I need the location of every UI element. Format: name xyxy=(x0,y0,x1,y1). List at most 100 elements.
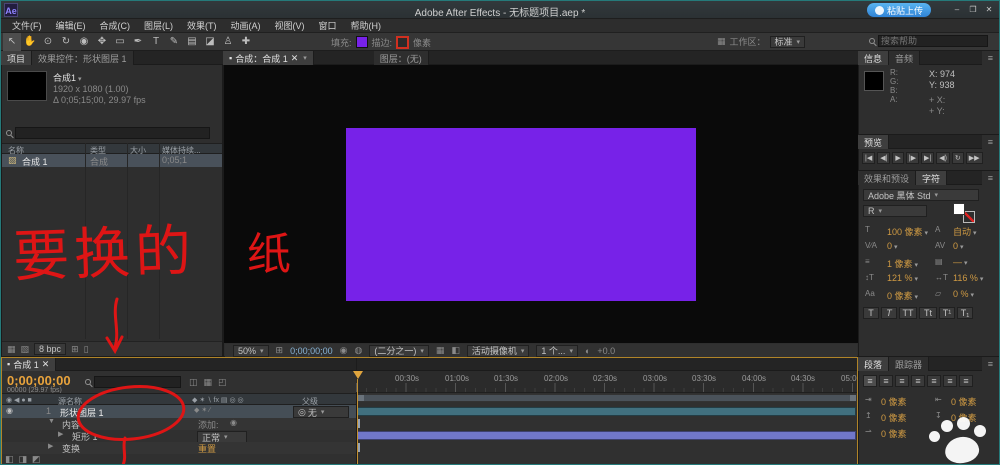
minimize-button[interactable]: – xyxy=(949,3,965,17)
justify-last-right-button[interactable]: ≡ xyxy=(943,375,957,387)
tab-timeline-comp[interactable]: ▪ 合成 1 ✕ xyxy=(1,357,56,371)
tab-layer-viewer[interactable]: 图层：(无) xyxy=(374,51,429,65)
current-time[interactable]: 0;00;00;00 xyxy=(290,346,333,356)
project-search-input[interactable] xyxy=(15,127,210,139)
tab-character[interactable]: 字符 xyxy=(916,171,947,185)
indent-right-value[interactable]: 0 像素 xyxy=(951,395,977,408)
upload-button[interactable]: 粘贴上传 xyxy=(867,3,931,17)
menu-edit[interactable]: 编辑(E) xyxy=(49,19,93,33)
subscript-button[interactable]: T₁ xyxy=(957,307,973,319)
faux-bold-button[interactable]: T xyxy=(863,307,879,319)
vertical-scale-value[interactable]: 121 % xyxy=(887,273,918,283)
tab-paragraph[interactable]: 段落 xyxy=(858,357,889,371)
parent-pickwhip-icon[interactable]: ◎ xyxy=(298,407,306,418)
toggle-switches-modes-icon[interactable]: ◨ xyxy=(19,454,28,465)
timeline-current-time[interactable]: 0;00;00;00 xyxy=(7,373,71,388)
exposure-icon[interactable]: ◐ xyxy=(585,346,590,356)
text-tool-icon[interactable]: T xyxy=(147,33,165,51)
eraser-tool-icon[interactable]: ◪ xyxy=(201,33,219,51)
tab-close-icon[interactable]: ✕ xyxy=(291,53,299,64)
proportional-spacing-value[interactable]: 0 % xyxy=(953,289,974,299)
menu-view[interactable]: 视图(V) xyxy=(268,19,312,33)
workspace-select[interactable]: 标准 xyxy=(770,36,806,48)
align-right-button[interactable]: ≡ xyxy=(895,375,909,387)
tab-close-icon[interactable]: ✕ xyxy=(42,359,50,370)
transparency-grid-icon[interactable]: ◧ xyxy=(451,345,460,356)
timeline-search-input[interactable] xyxy=(94,376,181,388)
tab-tracker[interactable]: 跟踪器 xyxy=(889,357,929,371)
new-composition-icon[interactable]: ⊞ xyxy=(71,344,79,355)
close-button[interactable]: ✕ xyxy=(981,3,997,17)
transform-reset-link[interactable]: 重置 xyxy=(198,442,216,455)
tab-info[interactable]: 信息 xyxy=(858,51,889,65)
menu-help[interactable]: 帮助(H) xyxy=(344,19,389,33)
twirl-closed-icon[interactable]: ▶ xyxy=(58,430,63,438)
parent-select[interactable]: ◎ 无 xyxy=(293,406,349,418)
exposure-value[interactable]: +0.0 xyxy=(597,346,615,356)
faux-italic-button[interactable]: T xyxy=(881,307,897,319)
hand-tool-icon[interactable]: ✋ xyxy=(21,33,39,51)
paragraph-panel-menu-icon[interactable]: ≡ xyxy=(982,357,1000,371)
purple-rectangle-shape[interactable] xyxy=(346,128,696,301)
work-area-bar[interactable] xyxy=(357,394,857,402)
baseline-shift-value[interactable]: 0 像素 xyxy=(887,289,918,302)
pan-behind-tool-icon[interactable]: ✥ xyxy=(93,33,111,51)
add-button-icon[interactable]: ◉ xyxy=(230,418,237,427)
font-style-select[interactable]: R xyxy=(863,205,927,217)
twirl-closed-icon[interactable]: ▶ xyxy=(48,442,53,450)
rectangle-duration-bar[interactable] xyxy=(357,431,856,440)
kerning-value[interactable]: 0 xyxy=(887,241,898,251)
justify-all-button[interactable]: ≡ xyxy=(959,375,973,387)
preview-panel-menu-icon[interactable]: ≡ xyxy=(982,135,1000,149)
horizontal-scale-value[interactable]: 116 % xyxy=(953,273,983,283)
draft-3d-icon[interactable]: ▦ xyxy=(204,377,213,388)
last-frame-button[interactable]: ▶| xyxy=(921,152,934,164)
new-folder-icon[interactable]: ▧ xyxy=(21,344,30,355)
region-of-interest-icon[interactable]: ▦ xyxy=(436,345,445,356)
fill-swatch[interactable] xyxy=(356,36,368,48)
graph-editor-icon[interactable]: ◩ xyxy=(32,454,41,465)
menu-animation[interactable]: 动画(A) xyxy=(224,19,268,33)
brush-tool-icon[interactable]: ✎ xyxy=(165,33,183,51)
next-frame-button[interactable]: |▶ xyxy=(906,152,919,164)
project-row-comp[interactable]: ▨ 合成 1 合成 0;05;1 xyxy=(2,154,222,167)
menu-layer[interactable]: 图层(L) xyxy=(137,19,180,33)
previous-frame-button[interactable]: ◀| xyxy=(877,152,890,164)
superscript-button[interactable]: T¹ xyxy=(939,307,955,319)
menu-window[interactable]: 窗口 xyxy=(312,19,344,33)
eye-icon[interactable]: ◉ xyxy=(6,406,13,415)
puppet-pin-tool-icon[interactable]: ✚ xyxy=(237,33,255,51)
selection-tool-icon[interactable]: ↖ xyxy=(3,33,21,51)
stroke-swatch[interactable] xyxy=(396,36,409,49)
info-panel-menu-icon[interactable]: ≡ xyxy=(982,51,1000,65)
grid-options-icon[interactable]: ⊞ xyxy=(276,345,284,356)
align-center-button[interactable]: ≡ xyxy=(879,375,893,387)
menu-composition[interactable]: 合成(C) xyxy=(93,19,138,33)
zoom-tool-icon[interactable]: ⊙ xyxy=(39,33,57,51)
tab-project[interactable]: 项目 xyxy=(1,51,32,65)
first-frame-button[interactable]: |◀ xyxy=(862,152,875,164)
tab-audio[interactable]: 音频 xyxy=(889,51,920,65)
stroke-width-value[interactable]: 1 像素 xyxy=(887,257,918,270)
time-ruler[interactable]: 00:30s 01:00s 01:30s 02:00s 02:30s 03:00… xyxy=(356,371,858,393)
color-depth-button[interactable]: 8 bpc xyxy=(34,343,66,355)
text-fill-color-swatch[interactable] xyxy=(953,203,965,215)
indent-left-value[interactable]: 0 像素 xyxy=(881,395,907,408)
comp-mini-flowchart-icon[interactable]: ◫ xyxy=(189,377,198,388)
pen-tool-icon[interactable]: ✒ xyxy=(129,33,147,51)
menu-file[interactable]: 文件(F) xyxy=(5,19,49,33)
tracking-value[interactable]: 0 xyxy=(953,241,964,251)
small-caps-button[interactable]: Tt xyxy=(919,307,937,319)
snapshot-icon[interactable]: ◉ xyxy=(340,345,348,356)
maximize-button[interactable]: ❐ xyxy=(965,3,981,17)
clone-stamp-tool-icon[interactable]: ▤ xyxy=(183,33,201,51)
stroke-style-value[interactable]: — xyxy=(953,257,968,267)
resolution-select[interactable]: (二分之一) xyxy=(369,345,429,357)
interpret-footage-icon[interactable]: ▦ xyxy=(7,344,16,355)
composition-viewport[interactable] xyxy=(224,65,858,343)
tab-effect-controls[interactable]: 效果控件：形状图层 1 xyxy=(32,51,134,65)
tab-composition[interactable]: ▪ 合成：合成 1 ✕ xyxy=(223,51,314,65)
tab-preview[interactable]: 预览 xyxy=(858,135,889,149)
first-line-indent-value[interactable]: 0 像素 xyxy=(881,427,907,440)
layer-duration-bar[interactable] xyxy=(357,407,856,416)
